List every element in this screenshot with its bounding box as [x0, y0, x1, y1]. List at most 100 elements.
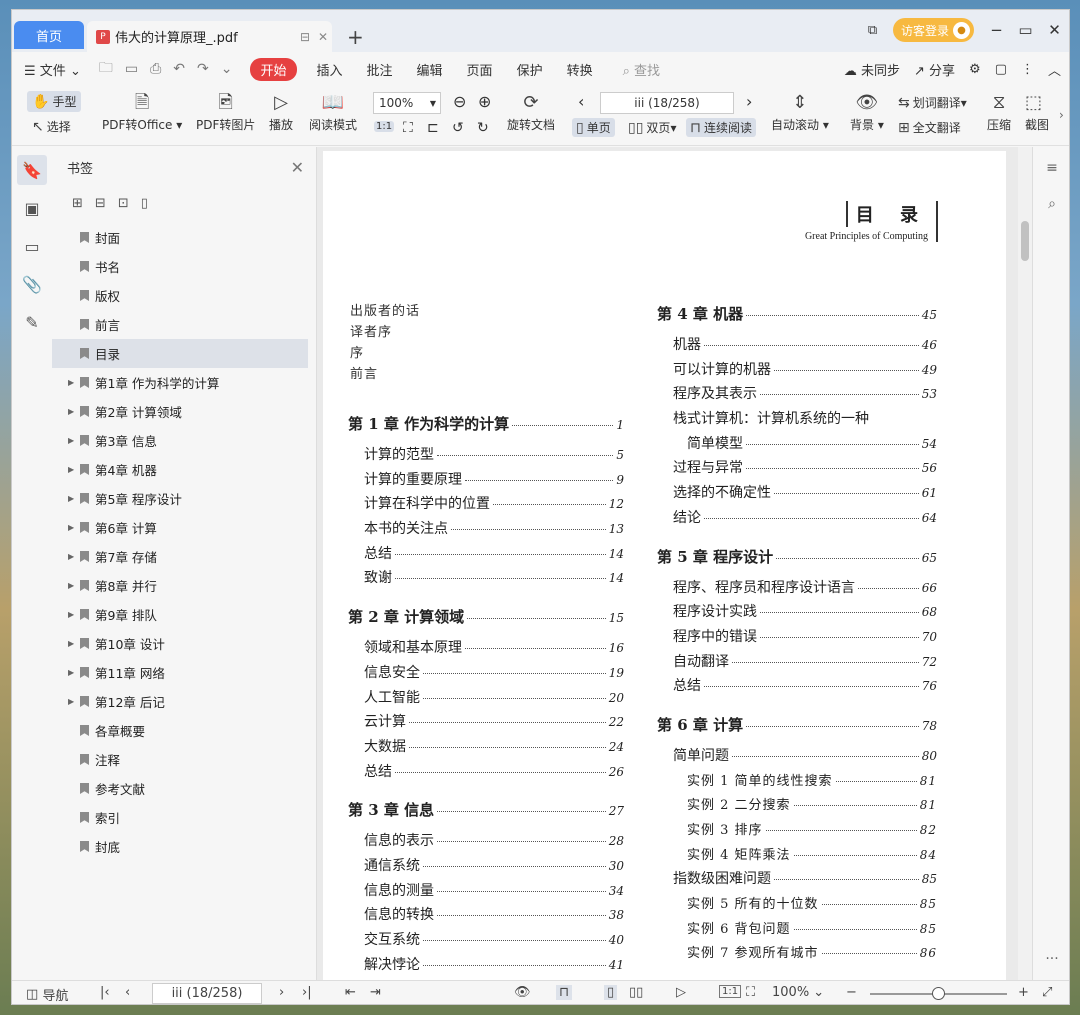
bookmark-item[interactable]: 各章概要: [52, 716, 316, 745]
bookmark-item[interactable]: ▶ 第8章 并行: [52, 571, 316, 600]
status-actual-size-icon[interactable]: 1:1: [719, 985, 742, 998]
screenshot-button[interactable]: ⬚ 截图: [1025, 90, 1057, 133]
menu-page[interactable]: 页面: [455, 60, 505, 79]
status-zoom[interactable]: 100% ⌄: [772, 985, 824, 1000]
attachment-icon[interactable]: 📎: [17, 269, 47, 299]
bookmark-item[interactable]: 版权: [52, 281, 316, 310]
minimize-button[interactable]: −: [982, 21, 1011, 39]
guest-login-button[interactable]: 访客登录 ●: [892, 18, 974, 42]
undo-icon[interactable]: ↶: [167, 61, 191, 77]
fullscreen-icon[interactable]: ⤢: [1042, 985, 1052, 1000]
bookmark-item[interactable]: ▶ 第11章 网络: [52, 658, 316, 687]
expand-arrow-icon[interactable]: ▶: [68, 697, 78, 706]
new-tab-button[interactable]: +: [347, 25, 364, 49]
status-fit-page-icon[interactable]: ⛶: [746, 985, 755, 1000]
status-single-page-icon[interactable]: ▯: [604, 985, 618, 1000]
continuous-read-button[interactable]: ⊓ 连续阅读: [686, 118, 756, 137]
compress-button[interactable]: ⧖ 压缩: [987, 90, 1011, 133]
bookmark-item[interactable]: 注释: [52, 745, 316, 774]
zoom-select[interactable]: 100% ▼: [373, 92, 441, 114]
bookmark-item[interactable]: ▶ 第5章 程序设计: [52, 484, 316, 513]
ai-search-icon[interactable]: ⌕: [1037, 189, 1067, 219]
toolbar-scroll-right-icon[interactable]: ›: [1059, 108, 1064, 122]
share-button[interactable]: ↗ 分享: [914, 60, 955, 79]
signature-icon[interactable]: ✎: [17, 307, 47, 337]
last-page-icon[interactable]: ›|: [302, 985, 312, 1000]
bookmark-panel-icon[interactable]: 🔖: [17, 155, 47, 185]
page-number-input[interactable]: iii (18/258): [600, 92, 734, 114]
read-mode-button[interactable]: 📖 阅读模式: [309, 90, 357, 133]
play-button[interactable]: ▷ 播放: [269, 90, 293, 133]
tab-document[interactable]: P 伟大的计算原理_.pdf ⊟ ✕: [87, 21, 332, 52]
close-panel-icon[interactable]: ✕: [291, 158, 304, 177]
property-icon[interactable]: ≡: [1037, 153, 1067, 183]
bookmark-item[interactable]: ▶ 第2章 计算领域: [52, 397, 316, 426]
tab-close-icon[interactable]: ✕: [314, 30, 332, 44]
status-prev-page-icon[interactable]: ‹: [125, 985, 130, 1000]
expand-arrow-icon[interactable]: ▶: [68, 581, 78, 590]
redo-icon[interactable]: ↷: [191, 61, 215, 77]
bookmark-item[interactable]: ▶ 第12章 后记: [52, 687, 316, 716]
scrollbar-thumb[interactable]: [1021, 221, 1029, 261]
more-options-icon[interactable]: ···: [1037, 944, 1067, 974]
zoom-out-icon[interactable]: ⊖: [453, 92, 466, 111]
pdf-to-image-button[interactable]: 🖻 PDF转图片: [196, 90, 255, 133]
rotate-document-button[interactable]: ⟳ 旋转文档: [507, 90, 555, 133]
zoom-slider-handle[interactable]: [932, 987, 945, 1000]
expand-arrow-icon[interactable]: ▶: [68, 610, 78, 619]
select-tool-button[interactable]: ↖ 选择: [32, 118, 71, 135]
expand-arrow-icon[interactable]: ▶: [68, 523, 78, 532]
bookmark-item[interactable]: ▶ 第1章 作为科学的计算: [52, 368, 316, 397]
hand-tool-button[interactable]: ✋ 手型: [27, 91, 82, 112]
bookmark-item[interactable]: ▶ 第10章 设计: [52, 629, 316, 658]
zoom-slider[interactable]: [870, 987, 1007, 1000]
status-zoom-in-icon[interactable]: +: [1018, 985, 1029, 1000]
first-page-icon[interactable]: |‹: [100, 985, 110, 1000]
close-window-button[interactable]: ✕: [1040, 21, 1069, 39]
expand-arrow-icon[interactable]: ▶: [68, 639, 78, 648]
bookmark-item[interactable]: 前言: [52, 310, 316, 339]
auto-scroll-button[interactable]: ⇕ 自动滚动 ▾: [771, 90, 829, 133]
collapse-icon[interactable]: ︿: [1048, 60, 1061, 79]
bookmark-add-icon[interactable]: ⊡: [118, 196, 129, 211]
full-translate-button[interactable]: ⊞ 全文翻译: [898, 119, 961, 136]
rotate-right-icon[interactable]: ↻: [477, 120, 489, 136]
thumbnail-icon[interactable]: ▣: [17, 193, 47, 223]
double-page-button[interactable]: ▯▯ 双页 ▾: [628, 119, 676, 136]
bookmark-item[interactable]: 封底: [52, 832, 316, 861]
rotate-left-icon[interactable]: ↺: [452, 120, 464, 136]
background-button[interactable]: 👁 背景 ▾: [850, 90, 884, 133]
bookmark-item[interactable]: ▶ 第6章 计算: [52, 513, 316, 542]
bookmark-item[interactable]: ▶ 第9章 排队: [52, 600, 316, 629]
expand-arrow-icon[interactable]: ▶: [68, 465, 78, 474]
open-icon[interactable]: 🗀: [93, 57, 119, 81]
bookmark-item[interactable]: 封面: [52, 223, 316, 252]
annotation-icon[interactable]: ▭: [17, 231, 47, 261]
fit-page-icon[interactable]: ⛶: [403, 120, 413, 136]
menu-convert[interactable]: 转换: [555, 60, 605, 79]
status-play-icon[interactable]: ▷: [676, 985, 686, 1000]
comment-icon[interactable]: ▢: [995, 62, 1007, 77]
bookmark-item[interactable]: ▶ 第3章 信息: [52, 426, 316, 455]
bookmark-item[interactable]: 目录: [52, 339, 308, 368]
save-icon[interactable]: ▭: [119, 61, 144, 77]
settings-icon[interactable]: ⚙: [969, 62, 981, 77]
status-zoom-out-icon[interactable]: −: [846, 985, 857, 1000]
expand-arrow-icon[interactable]: ▶: [68, 494, 78, 503]
next-page-icon[interactable]: ›: [746, 92, 752, 111]
bookmark-item[interactable]: 书名: [52, 252, 316, 281]
search-box[interactable]: ⌕ 查找: [605, 60, 660, 79]
expand-arrow-icon[interactable]: ▶: [68, 668, 78, 677]
menu-start[interactable]: 开始: [250, 57, 297, 81]
menu-edit[interactable]: 编辑: [405, 60, 455, 79]
menu-insert[interactable]: 插入: [305, 60, 355, 79]
expand-arrow-icon[interactable]: ▶: [68, 378, 78, 387]
vertical-scrollbar[interactable]: [1018, 147, 1032, 980]
menu-annotate[interactable]: 批注: [355, 60, 405, 79]
prev-page-icon[interactable]: ‹: [578, 92, 584, 111]
forward-icon[interactable]: ⇥: [370, 985, 381, 1000]
word-translate-button[interactable]: ⇆ 划词翻译 ▾: [898, 94, 967, 111]
fit-width-icon[interactable]: ⊏: [427, 120, 439, 136]
add-bookmark-icon[interactable]: ⊞: [72, 196, 83, 211]
bookmark-item[interactable]: 参考文献: [52, 774, 316, 803]
